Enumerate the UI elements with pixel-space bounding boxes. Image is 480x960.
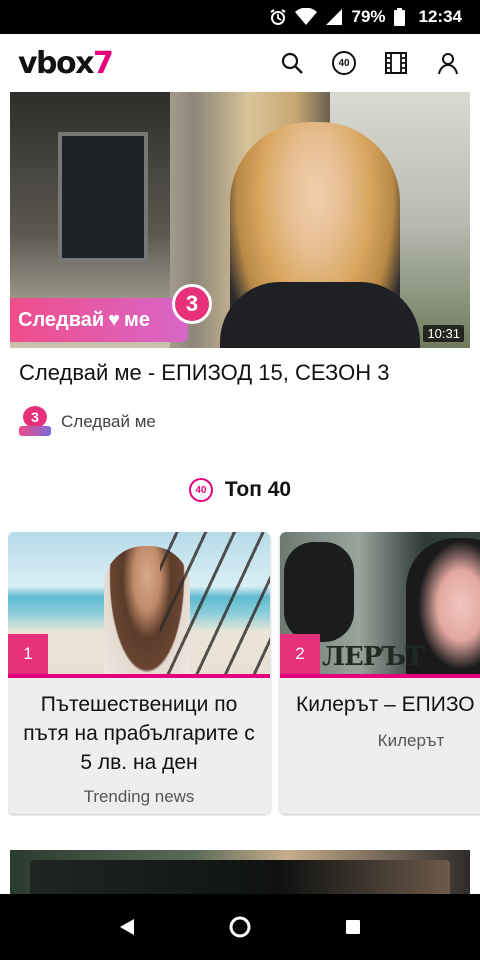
header-icons: 40 — [276, 47, 464, 79]
app-header: vbox7 40 — [0, 34, 480, 92]
channel-row[interactable]: 3 Следвай ме — [19, 406, 470, 438]
videos-button[interactable] — [380, 47, 412, 79]
alarm-icon — [269, 8, 287, 26]
thumbnail-image — [58, 132, 148, 262]
card-thumbnail[interactable]: 1 — [8, 532, 270, 678]
featured-thumbnail[interactable]: Следвай ♥ ме 3 10:31 — [10, 92, 470, 348]
channel-avatar-bar — [19, 426, 51, 436]
section-title: Топ 40 — [224, 478, 292, 501]
thumbnail-image — [30, 860, 450, 894]
series-logo: Следвай ♥ ме — [10, 298, 188, 342]
signal-icon — [325, 8, 343, 26]
battery-percent: 79% — [351, 7, 386, 26]
film-icon — [385, 52, 407, 74]
thumbnail-image — [160, 532, 270, 674]
search-button[interactable] — [276, 47, 308, 79]
featured-title[interactable]: Следвай ме - ЕПИЗОД 15, СЕЗОН 3 — [19, 360, 470, 386]
back-button[interactable] — [107, 907, 147, 947]
video-duration: 10:31 — [423, 325, 464, 342]
vbox7-logo[interactable]: vbox7 — [18, 45, 114, 81]
profile-button[interactable] — [432, 47, 464, 79]
battery-icon — [393, 8, 405, 26]
series-logo-text: Следвай — [18, 308, 105, 331]
season-badge: 3 — [172, 284, 212, 324]
top40-section-icon: 40 — [188, 478, 213, 502]
back-icon — [119, 919, 134, 935]
system-nav-bar — [0, 894, 480, 960]
series-logo-text-2: ме — [124, 308, 150, 331]
rank-badge: 2 — [280, 634, 320, 674]
channel-avatar-badge: 3 — [23, 406, 47, 428]
home-button[interactable] — [220, 907, 260, 947]
video-card[interactable]: 1 Пътешественици по пътя на прабългарите… — [8, 532, 270, 814]
card-channel[interactable]: Trending news — [8, 787, 270, 807]
channel-name[interactable]: Следвай ме — [61, 412, 156, 432]
recents-icon — [346, 920, 361, 934]
clock: 12:34 — [418, 7, 462, 26]
top40-button[interactable]: 40 — [328, 47, 360, 79]
heart-icon: ♥ — [108, 308, 121, 331]
status-bar: 79% 12:34 — [0, 0, 480, 34]
user-icon — [438, 53, 458, 75]
featured-video[interactable]: Следвай ♥ ме 3 10:31 Следвай ме - ЕПИЗОД… — [10, 92, 470, 438]
logo-text: vbox — [18, 45, 95, 81]
thumbnail-image — [220, 282, 420, 348]
recents-button[interactable] — [333, 907, 373, 947]
top40-icon: 40 — [332, 51, 356, 75]
home-icon — [229, 916, 251, 938]
top40-section-header[interactable]: 40 Топ 40 — [0, 478, 480, 502]
wifi-icon — [295, 8, 318, 26]
next-video-card[interactable] — [10, 850, 470, 894]
search-icon — [281, 52, 303, 74]
thumbnail-text: ЛЕРЪТ — [322, 642, 425, 672]
rank-badge: 1 — [8, 634, 48, 674]
card-channel[interactable]: Килерът — [280, 731, 480, 751]
card-title[interactable]: Пътешественици по пътя на прабългарите с… — [8, 678, 270, 777]
channel-avatar[interactable]: 3 — [19, 406, 51, 438]
card-title[interactable]: Килерът – ЕПИЗО — [280, 678, 480, 719]
card-thumbnail[interactable]: ЛЕРЪТ 2 — [280, 532, 480, 678]
logo-accent: 7 — [93, 45, 114, 81]
top40-carousel[interactable]: 1 Пътешественици по пътя на прабългарите… — [8, 532, 480, 816]
video-card[interactable]: ЛЕРЪТ 2 Килерът – ЕПИЗО Килерът — [280, 532, 480, 814]
thumbnail-image — [284, 542, 354, 642]
